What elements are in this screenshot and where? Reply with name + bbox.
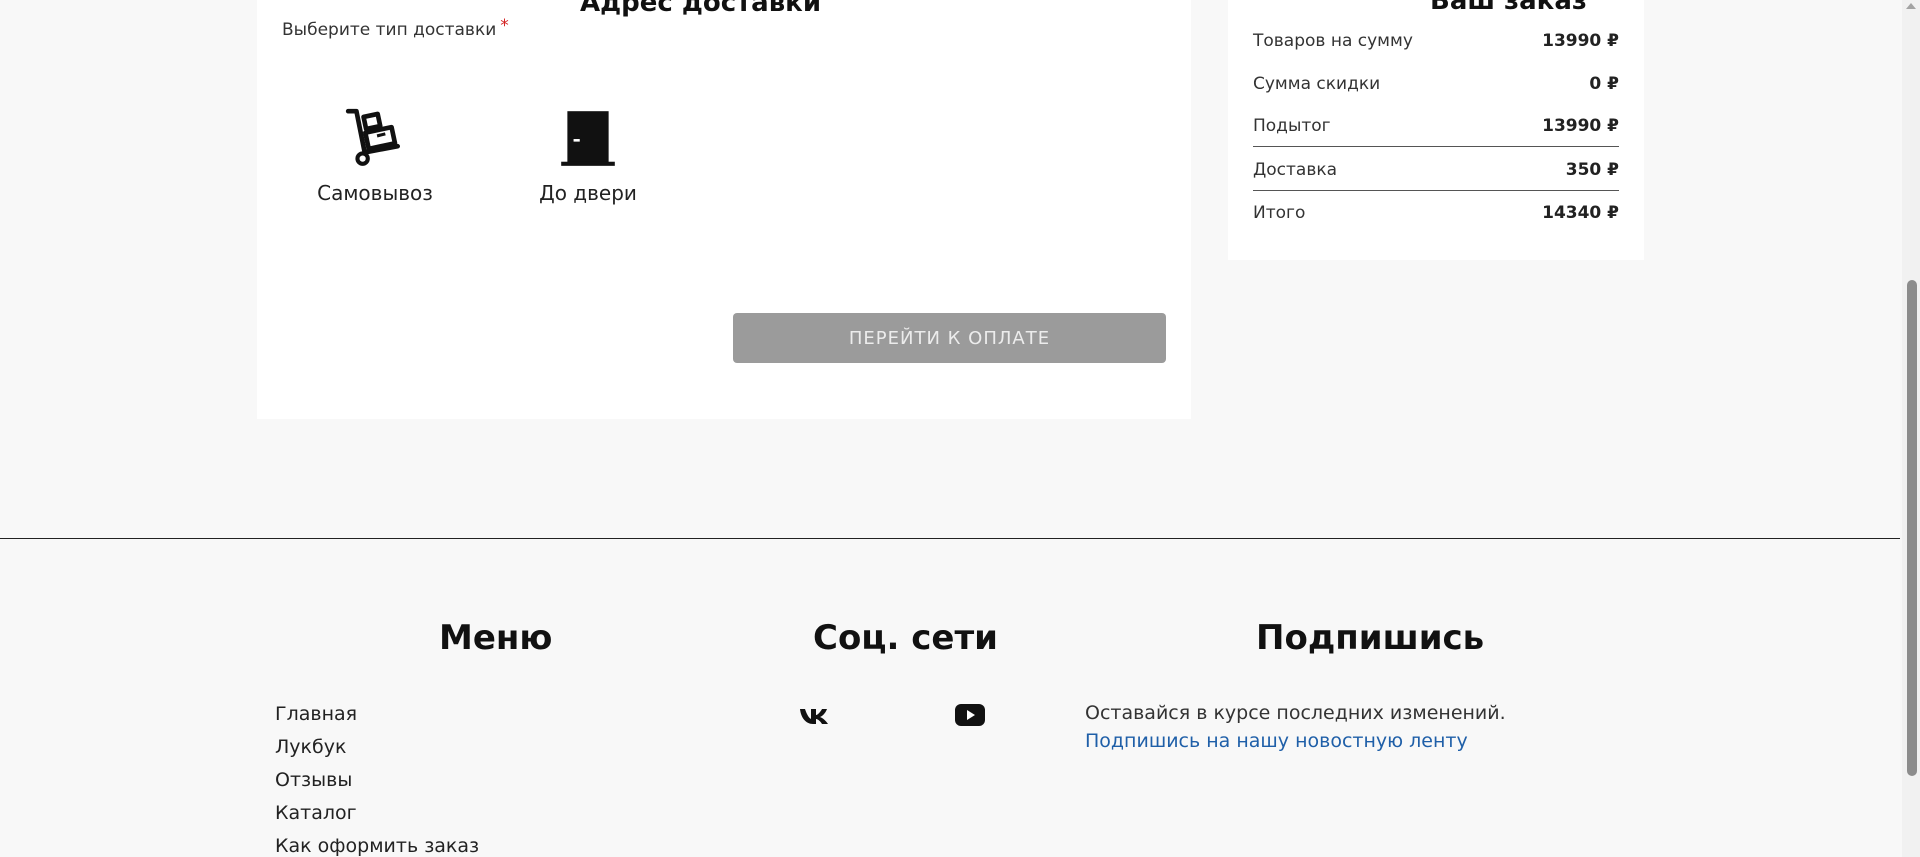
summary-value: 13990 ₽ (1542, 31, 1619, 51)
vk-icon[interactable] (798, 700, 832, 730)
footer-divider (0, 538, 1900, 539)
footer-menu-item-home[interactable]: Главная (275, 698, 479, 731)
scroll-up-arrow-icon[interactable] (1906, 3, 1916, 9)
summary-row-delivery: Доставка 350 ₽ (1253, 149, 1619, 191)
footer-menu-title: Меню (439, 618, 553, 658)
footer-subscribe-title: Подпишись (1256, 618, 1485, 658)
delivery-option-label: Самовывоз (317, 181, 433, 205)
proceed-to-payment-button[interactable]: ПЕРЕЙТИ К ОПЛАТЕ (733, 313, 1166, 363)
footer-menu-item-how-to-order[interactable]: Как оформить заказ (275, 830, 479, 857)
delivery-type-label-text: Выберите тип доставки (282, 20, 497, 40)
summary-label: Доставка (1253, 159, 1338, 180)
delivery-section-title: Адрес доставки (580, 0, 822, 18)
summary-row-items-total: Товаров на сумму 13990 ₽ (1253, 20, 1619, 62)
subscribe-text: Оставайся в курсе последних изменений. П… (1085, 699, 1625, 755)
page: Адрес доставки Выберите тип доставки * Са… (0, 0, 1920, 857)
summary-value: 14340 ₽ (1542, 203, 1619, 223)
summary-row-grand-total: Итого 14340 ₽ (1253, 192, 1619, 234)
footer-social-title: Соц. сети (813, 618, 999, 658)
summary-value: 350 ₽ (1565, 159, 1619, 180)
footer-menu-item-reviews[interactable]: Отзывы (275, 764, 479, 797)
summary-label: Товаров на сумму (1253, 31, 1413, 51)
delivery-option-pickup[interactable]: Самовывоз (295, 105, 455, 205)
door-icon (561, 111, 615, 166)
summary-label: Подытог (1253, 115, 1331, 136)
scrollbar[interactable] (1902, 0, 1920, 857)
footer-menu-item-lookbook[interactable]: Лукбук (275, 731, 479, 764)
footer-menu-item-catalog[interactable]: Каталог (275, 797, 479, 830)
required-asterisk: * (500, 16, 509, 36)
summary-value: 13990 ₽ (1542, 115, 1619, 136)
summary-label: Итого (1253, 203, 1306, 223)
summary-value: 0 ₽ (1589, 74, 1619, 94)
subscribe-description: Оставайся в курсе последних изменений. (1085, 702, 1506, 724)
delivery-option-label: До двери (539, 181, 637, 205)
delivery-option-door[interactable]: До двери (508, 105, 668, 205)
summary-row-discount: Сумма скидки 0 ₽ (1253, 63, 1619, 105)
youtube-icon[interactable] (953, 700, 987, 730)
subscribe-newsletter-link[interactable]: Подпишись на нашу новостную ленту (1085, 730, 1468, 752)
hand-truck-icon (345, 108, 401, 166)
summary-label: Сумма скидки (1253, 74, 1381, 94)
footer-menu-list: Главная Лукбук Отзывы Каталог Как оформи… (275, 698, 479, 857)
delivery-type-label: Выберите тип доставки * (282, 16, 509, 40)
summary-row-subtotal: Подытог 13990 ₽ (1253, 105, 1619, 147)
scrollbar-thumb[interactable] (1907, 280, 1917, 776)
order-summary-title: Ваш заказ (1430, 0, 1587, 16)
